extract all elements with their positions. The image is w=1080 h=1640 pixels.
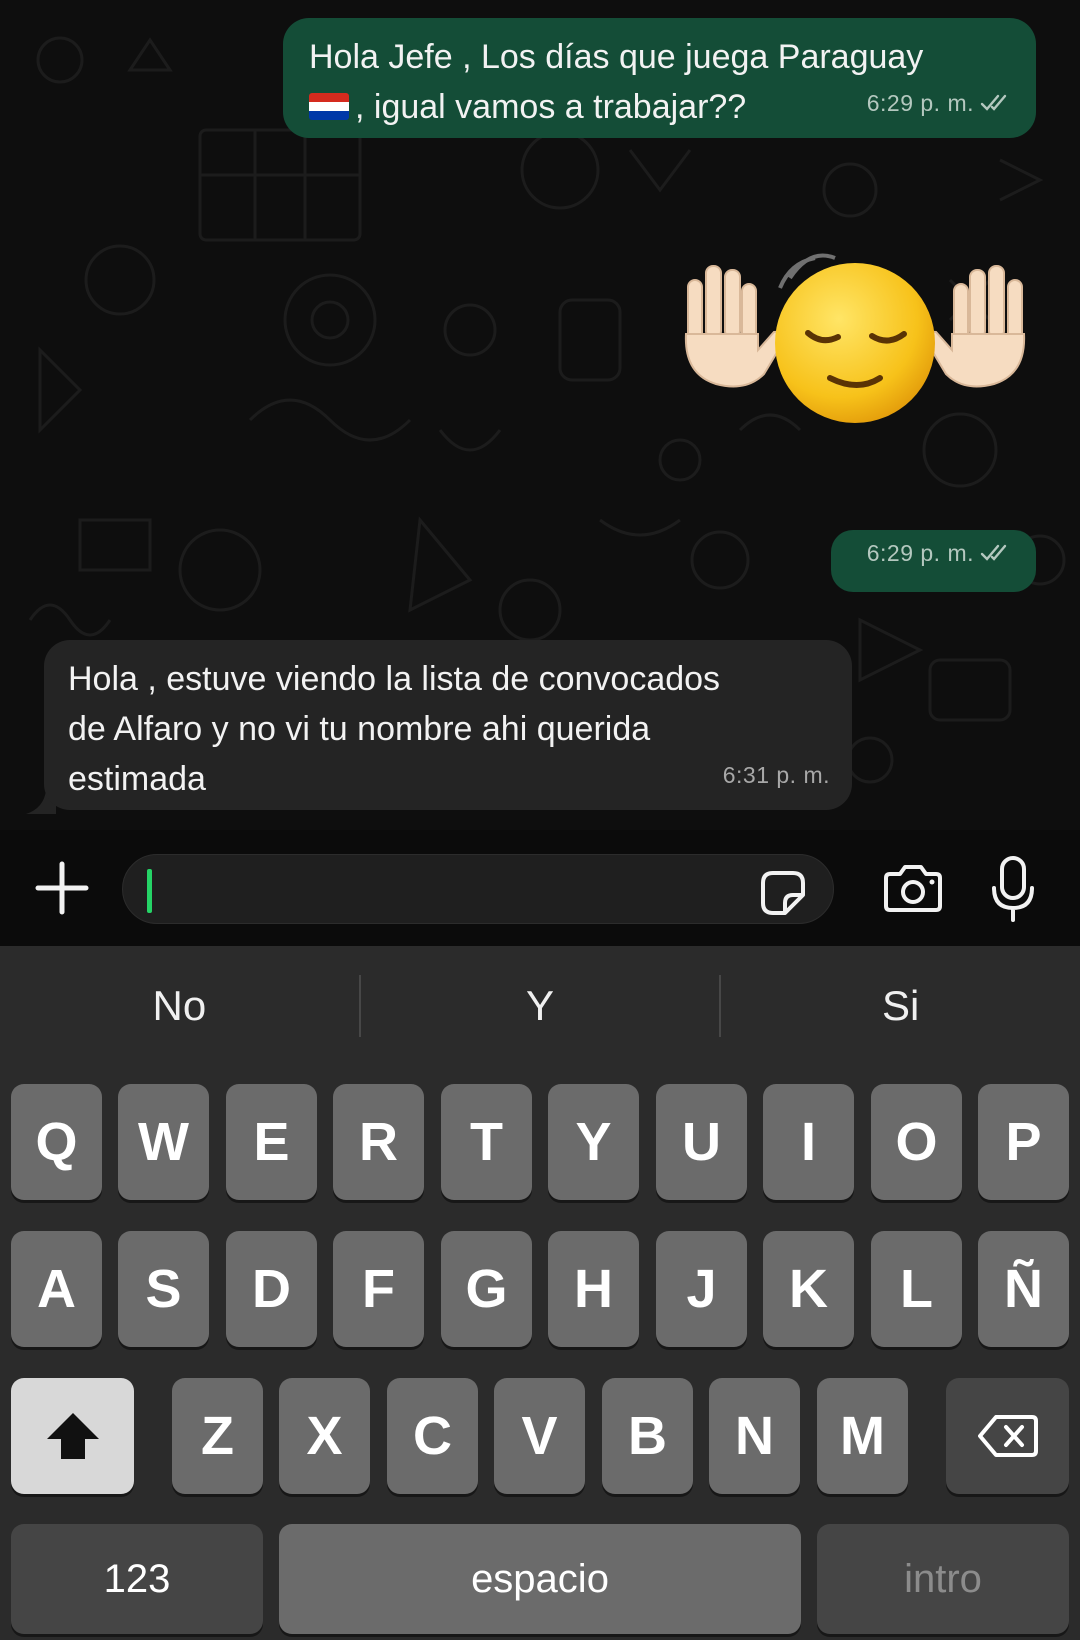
suggestion-item[interactable]: No (0, 946, 359, 1066)
sticker-icon[interactable] (759, 869, 807, 917)
paraguay-flag-icon (309, 92, 349, 120)
key-l[interactable]: L (871, 1231, 962, 1347)
key-a[interactable]: A (11, 1231, 102, 1347)
suggestion-item[interactable]: Si (721, 946, 1080, 1066)
backspace-key[interactable] (946, 1378, 1069, 1494)
key-h[interactable]: H (548, 1231, 639, 1347)
text-caret (147, 869, 152, 913)
chat-area[interactable]: Hola Jefe , Los días que juega Paraguay … (0, 0, 1080, 830)
key-p[interactable]: P (978, 1084, 1069, 1200)
key-w[interactable]: W (118, 1084, 209, 1200)
return-key[interactable]: intro (817, 1524, 1069, 1634)
key-f[interactable]: F (333, 1231, 424, 1347)
shift-arrow-icon (46, 1413, 99, 1459)
key-y[interactable]: Y (548, 1084, 639, 1200)
raised-hand-left-icon (684, 265, 785, 388)
key-d[interactable]: D (226, 1231, 317, 1347)
double-check-icon (980, 544, 1007, 561)
message-bubble-outgoing[interactable]: Hola Jefe , Los días que juega Paraguay … (283, 18, 1036, 138)
key-i[interactable]: I (763, 1084, 854, 1200)
key-z[interactable]: Z (172, 1378, 263, 1494)
key-q[interactable]: Q (11, 1084, 102, 1200)
key-g[interactable]: G (441, 1231, 532, 1347)
message-text: estimada (68, 760, 206, 798)
key-u[interactable]: U (656, 1084, 747, 1200)
key-r[interactable]: R (333, 1084, 424, 1200)
sticker-time-badge: 6:29 p. m. (831, 530, 1036, 592)
compose-bar (0, 830, 1080, 946)
key-o[interactable]: O (871, 1084, 962, 1200)
message-bubble-incoming[interactable]: Hola , estuve viendo la lista de convoca… (44, 640, 852, 810)
key-n[interactable]: N (709, 1378, 800, 1494)
key-x[interactable]: X (279, 1378, 370, 1494)
message-time: 6:29 p. m. (866, 540, 974, 566)
message-input[interactable] (122, 854, 834, 924)
message-text: Hola Jefe , Los días que juega Paraguay (309, 38, 924, 76)
space-key[interactable]: espacio (279, 1524, 801, 1634)
relieved-face-sticker[interactable] (680, 248, 1030, 438)
key-n-tilde[interactable]: Ñ (978, 1231, 1069, 1347)
shift-key[interactable] (11, 1378, 134, 1494)
raised-hand-right-icon (925, 265, 1026, 388)
key-v[interactable]: V (494, 1378, 585, 1494)
suggestion-item[interactable]: Y (361, 946, 720, 1066)
message-meta: 6:31 p. m. (723, 750, 830, 800)
key-e[interactable]: E (226, 1084, 317, 1200)
numbers-key[interactable]: 123 (11, 1524, 263, 1634)
message-time: 6:29 p. m. (866, 90, 974, 116)
message-text: de Alfaro y no vi tu nombre ahi querida (68, 710, 651, 748)
key-s[interactable]: S (118, 1231, 209, 1347)
key-b[interactable]: B (602, 1378, 693, 1494)
microphone-icon[interactable] (990, 856, 1036, 922)
double-check-icon (980, 94, 1007, 111)
camera-icon[interactable] (882, 864, 944, 914)
message-text: Hola , estuve viendo la lista de convoca… (68, 660, 721, 698)
key-c[interactable]: C (387, 1378, 478, 1494)
plus-icon[interactable] (34, 860, 90, 916)
message-time: 6:31 p. m. (722, 762, 830, 788)
key-k[interactable]: K (763, 1231, 854, 1347)
key-m[interactable]: M (817, 1378, 908, 1494)
key-t[interactable]: T (441, 1084, 532, 1200)
suggestion-bar: No Y Si (0, 946, 1080, 1066)
backspace-icon (977, 1415, 1038, 1457)
key-j[interactable]: J (656, 1231, 747, 1347)
keyboard: No Y Si Q W E R T Y U I O P A S D F G H … (0, 946, 1080, 1640)
message-meta: 6:29 p. m. (867, 78, 1014, 128)
message-meta: 6:29 p. m. (867, 528, 1014, 578)
